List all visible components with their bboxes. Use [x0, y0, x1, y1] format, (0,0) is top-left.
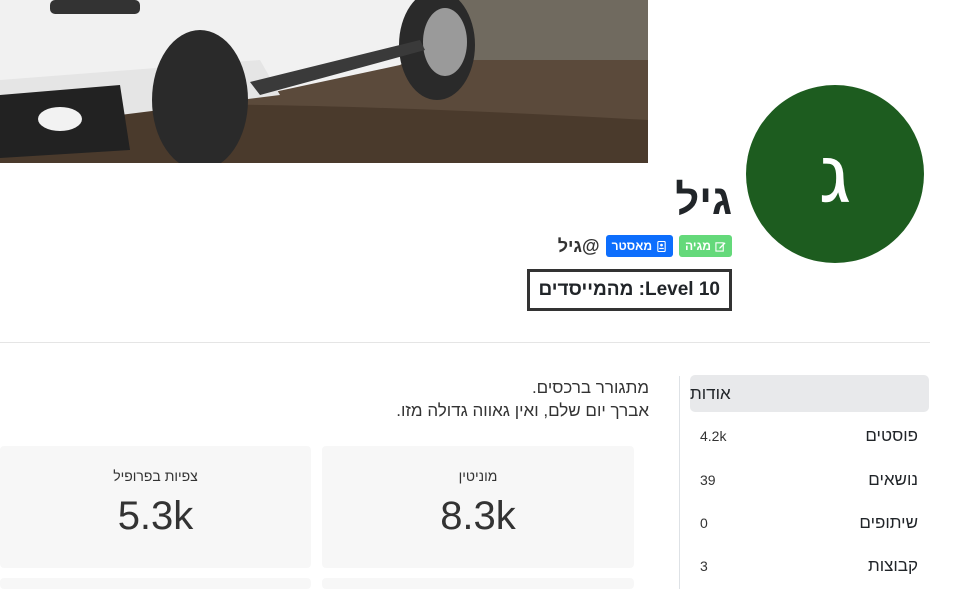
badge-proofreader[interactable]: מגיה: [679, 235, 732, 257]
stat-posts-label: פוסטים: [865, 426, 918, 445]
profile-fullname: גיל: [675, 176, 732, 223]
header-divider: [0, 342, 930, 343]
card-profile-views-value: 5.3k: [117, 494, 194, 538]
stat-topics-value: 39: [700, 472, 716, 488]
stat-posts[interactable]: 4.2k פוסטים: [700, 424, 918, 448]
badge-proofreader-label: מגיה: [685, 239, 711, 253]
avatar[interactable]: ג: [746, 85, 924, 263]
profile-handle: @גיל: [557, 235, 600, 256]
stat-groups-label: קבוצות: [867, 556, 918, 575]
card-reputation-label: מוניטין: [458, 468, 498, 484]
bio-line: אברך יום שלם, ואין גאווה גדולה מזו.: [396, 401, 649, 420]
stat-groups[interactable]: 3 קבוצות: [700, 554, 918, 578]
stat-topics-label: נושאים: [868, 470, 918, 489]
bio-line: מתגורר ברכסים.: [531, 378, 649, 397]
card-partial: [322, 578, 634, 589]
cover-photo: [0, 0, 648, 163]
stat-shares[interactable]: 0 שיתופים: [700, 511, 918, 535]
edit-icon: [715, 241, 726, 252]
sidebar-item-about[interactable]: אודות: [690, 375, 929, 412]
card-partial: [0, 578, 311, 589]
handle-row: @גיל מאסטר מגיה: [558, 235, 732, 257]
stat-shares-value: 0: [700, 515, 708, 531]
card-profile-views: צפיות בפרופיל 5.3k: [0, 446, 311, 568]
card-reputation-value: 8.3k: [440, 494, 516, 538]
card-profile-views-label: צפיות בפרופיל: [113, 468, 198, 484]
sidebar-item-label: אודות: [690, 383, 731, 403]
sidebar-divider: [679, 376, 680, 589]
stat-topics[interactable]: 39 נושאים: [700, 468, 918, 492]
id-card-icon: [657, 240, 666, 252]
avatar-letter: ג: [818, 127, 852, 221]
stat-posts-value: 4.2k: [700, 428, 727, 444]
badge-master-label: מאסטר: [611, 239, 653, 253]
card-reputation: מוניטין 8.3k: [322, 446, 634, 568]
stat-groups-value: 3: [700, 558, 708, 574]
profile-bio: מתגורר ברכסים. אברך יום שלם, ואין גאווה …: [149, 376, 649, 422]
level-badge: Level 10: מהמייסדים: [526, 269, 732, 311]
badge-master[interactable]: מאסטר: [605, 235, 674, 257]
stat-shares-label: שיתופים: [859, 513, 918, 532]
